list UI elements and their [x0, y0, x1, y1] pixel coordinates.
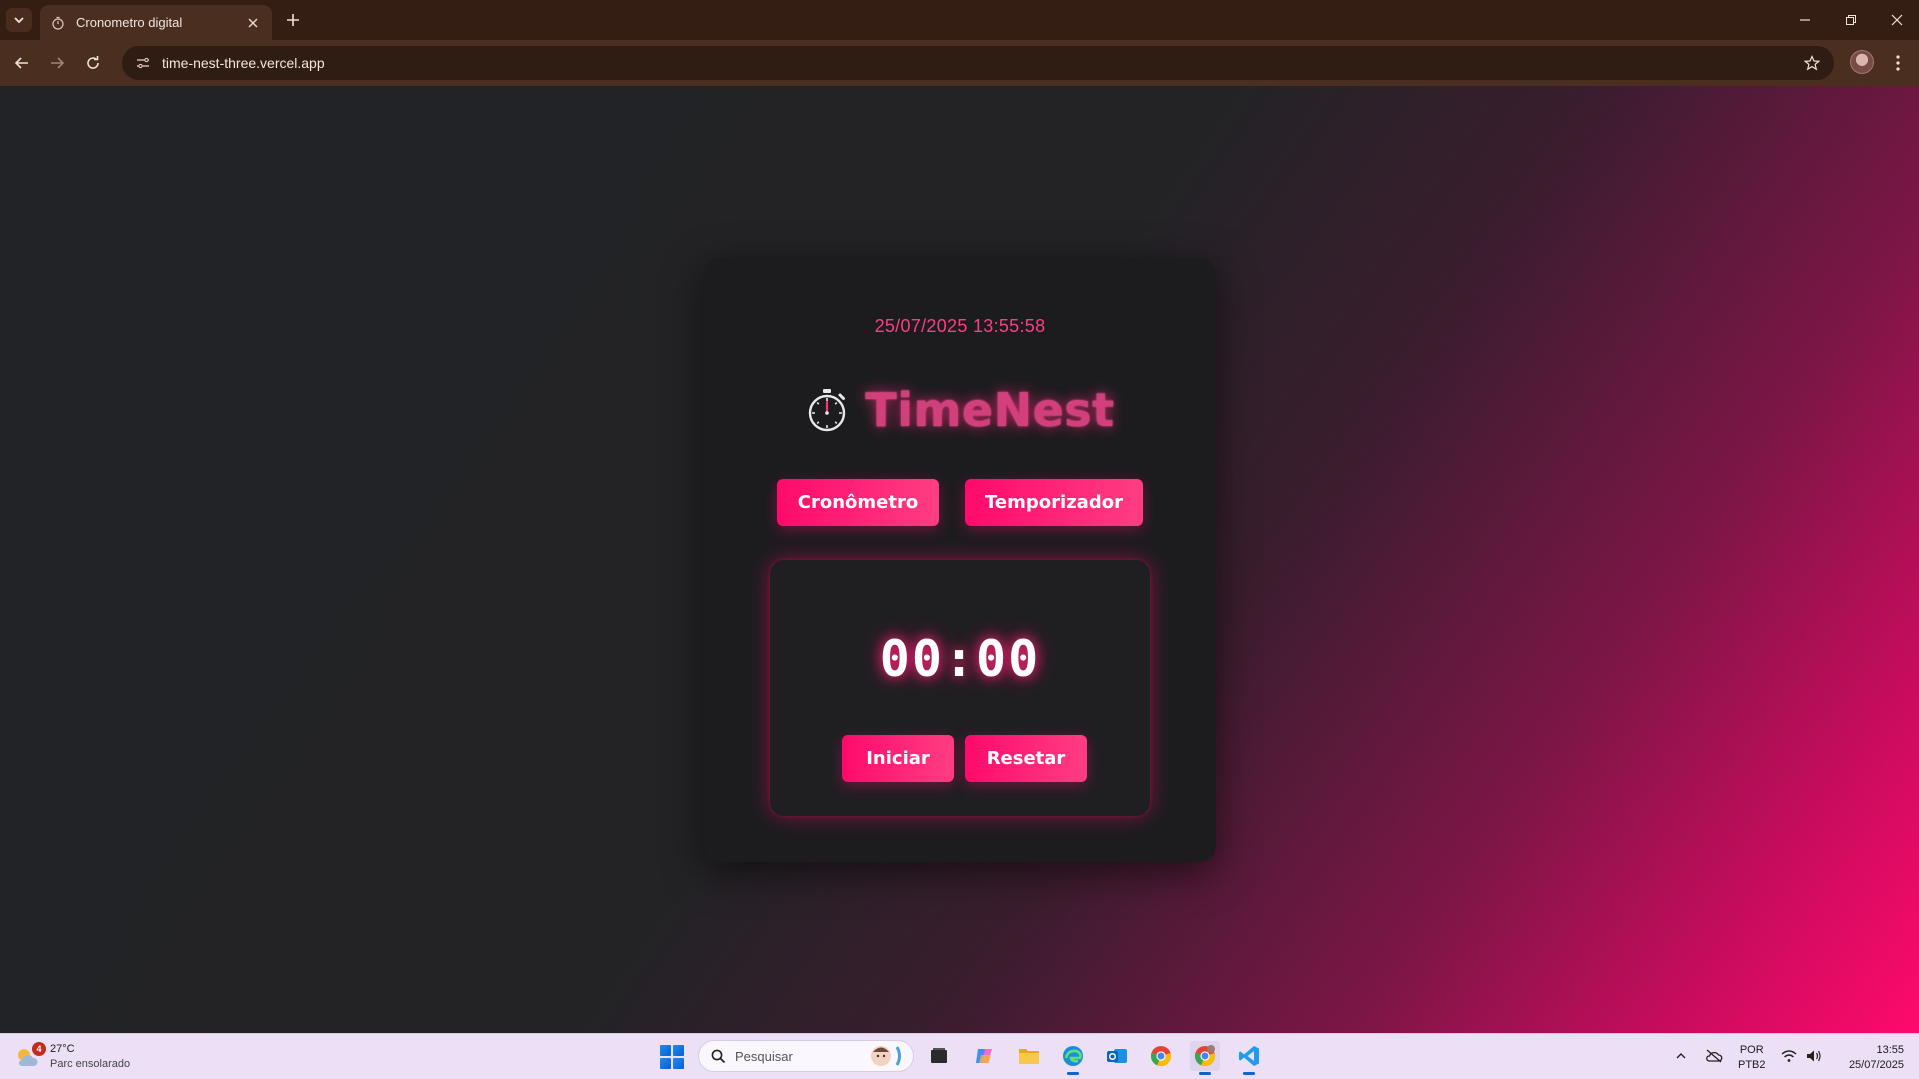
- show-hidden-icons[interactable]: [1670, 1045, 1692, 1067]
- wifi-icon[interactable]: [1778, 1045, 1800, 1067]
- weather-widget[interactable]: 4 27°C Parc ensolarado: [14, 1040, 130, 1074]
- running-indicator: [1199, 1072, 1211, 1075]
- system-clock[interactable]: 13:55 25/07/2025: [1836, 1043, 1904, 1073]
- edge-icon[interactable]: [1058, 1041, 1088, 1075]
- clock-date: 25/07/2025: [1848, 1059, 1904, 1071]
- search-placeholder: Pesquisar: [735, 1048, 793, 1064]
- search-highlight-icon: [871, 1046, 901, 1066]
- star-icon[interactable]: [1802, 53, 1822, 73]
- tab-list-button[interactable]: [6, 8, 32, 32]
- back-button[interactable]: [9, 50, 35, 76]
- url-text[interactable]: time-nest-three.vercel.app: [162, 55, 325, 71]
- outlook-icon[interactable]: [1102, 1041, 1132, 1071]
- forward-button[interactable]: [44, 50, 70, 76]
- browser-tab-bar: Cronometro digital: [0, 0, 1919, 40]
- chrome-icon[interactable]: [1146, 1041, 1176, 1071]
- restore-icon: [1846, 15, 1856, 25]
- volume-icon[interactable]: [1803, 1045, 1825, 1067]
- app-card: 25/07/2025 13:55:58 TimeNest Cronômetro …: [704, 258, 1216, 862]
- reset-button[interactable]: Resetar: [965, 735, 1087, 782]
- language-code: POR: [1739, 1044, 1764, 1056]
- windows-taskbar: 4 27°C Parc ensolarado Pesquisar POR PTB…: [0, 1033, 1919, 1079]
- start-button[interactable]: [660, 1045, 684, 1069]
- browser-tab[interactable]: Cronometro digital: [40, 5, 272, 40]
- weather-temp: 27°C: [50, 1043, 75, 1055]
- file-explorer-icon[interactable]: [1014, 1041, 1044, 1071]
- timer-panel: 00:00 Iniciar Resetar: [770, 560, 1150, 816]
- copilot-icon[interactable]: [970, 1041, 1000, 1071]
- vscode-icon[interactable]: [1234, 1041, 1264, 1075]
- taskbar-search[interactable]: Pesquisar: [698, 1040, 914, 1072]
- back-icon: [14, 57, 28, 69]
- clock-time: 13:55: [1876, 1044, 1904, 1056]
- reload-icon: [87, 56, 99, 69]
- chevron-down-icon: [14, 17, 24, 24]
- window-close-button[interactable]: [1882, 6, 1912, 34]
- close-icon[interactable]: [244, 14, 262, 32]
- language-indicator[interactable]: POR PTB2: [1738, 1043, 1766, 1073]
- stopwatch-icon: [50, 15, 66, 31]
- profile-avatar[interactable]: [1850, 50, 1874, 74]
- weather-icon: 4: [14, 1042, 46, 1070]
- app-title: TimeNest: [865, 383, 1115, 437]
- minimize-button[interactable]: [1790, 6, 1820, 34]
- tab-title: Cronometro digital: [76, 15, 183, 30]
- more-menu-icon[interactable]: [1886, 50, 1910, 76]
- forward-icon: [51, 57, 65, 69]
- time-display: 00:00: [879, 630, 1041, 688]
- chrome-profile-icon[interactable]: [1190, 1041, 1220, 1075]
- start-button[interactable]: Iniciar: [842, 735, 954, 782]
- brand-header: TimeNest: [704, 383, 1216, 437]
- task-view-icon[interactable]: [924, 1041, 954, 1071]
- onedrive-offline-icon[interactable]: [1703, 1045, 1725, 1067]
- notification-badge: 4: [32, 1042, 46, 1056]
- restore-button[interactable]: [1836, 6, 1866, 34]
- keyboard-layout: PTB2: [1738, 1059, 1766, 1071]
- stopwatch-mode-button[interactable]: Cronômetro: [777, 479, 939, 526]
- weather-desc: Parc ensolarado: [50, 1058, 131, 1070]
- search-icon: [709, 1047, 727, 1065]
- running-indicator: [1243, 1072, 1255, 1075]
- running-indicator: [1067, 1072, 1079, 1075]
- site-info-icon[interactable]: [130, 50, 156, 76]
- address-bar[interactable]: time-nest-three.vercel.app: [122, 46, 1834, 80]
- new-tab-button[interactable]: [282, 9, 304, 31]
- reload-button[interactable]: [80, 50, 106, 76]
- plus-icon: [287, 14, 299, 26]
- timer-mode-button[interactable]: Temporizador: [965, 479, 1143, 526]
- minimize-icon: [1800, 19, 1810, 21]
- current-datetime: 25/07/2025 13:55:58: [874, 316, 1046, 336]
- window-close-icon: [1891, 14, 1903, 26]
- page-viewport: 25/07/2025 13:55:58 TimeNest Cronômetro …: [0, 86, 1919, 1033]
- stopwatch-icon: [809, 389, 846, 432]
- chevron-up-icon: [1676, 1053, 1686, 1059]
- browser-toolbar: time-nest-three.vercel.app: [0, 40, 1919, 86]
